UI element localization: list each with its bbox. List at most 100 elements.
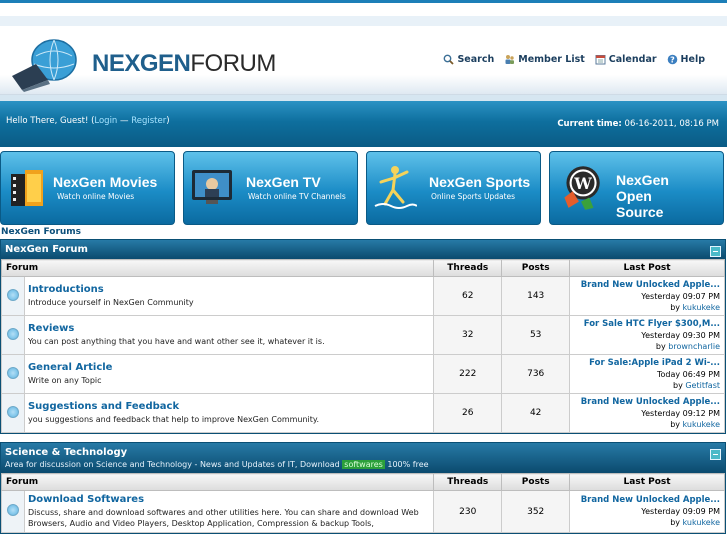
svg-text:?: ? — [670, 55, 675, 64]
forum-desc: you suggestions and feedback that help t… — [27, 415, 320, 424]
svg-text:W: W — [573, 174, 592, 193]
collapse-icon[interactable] — [710, 449, 721, 460]
forum-table: Forum Threads Posts Last Post Introducti… — [0, 259, 725, 433]
category-title[interactable]: NexGen Forum — [5, 244, 721, 255]
col-last-post: Last Post — [569, 259, 725, 277]
col-threads: Threads — [433, 473, 503, 491]
forum-name[interactable]: Suggestions and Feedback — [28, 401, 430, 412]
last-post-by: by — [673, 380, 686, 390]
forum-desc: Introduce yourself in NexGen Community — [27, 298, 194, 307]
globe-logo-icon — [12, 39, 77, 92]
help-link[interactable]: ? Help — [667, 54, 705, 65]
thread-count: 26 — [433, 393, 503, 433]
welcome-message: Hello There, Guest! (Login — Register) — [6, 116, 170, 126]
forum-table: Forum Threads Posts Last Post Download S… — [0, 473, 725, 533]
banner-tv-sub: Watch online TV Channels — [248, 192, 346, 201]
banner-open-source[interactable]: W NexGen Open Source — [549, 151, 724, 225]
col-threads: Threads — [433, 259, 503, 277]
last-post-by: by — [670, 302, 683, 312]
help-icon: ? — [667, 54, 677, 65]
section-banners: NexGen Movies Watch online Movies NexGen… — [0, 147, 727, 227]
col-posts: Posts — [501, 259, 571, 277]
last-post-title[interactable]: Brand New Unlocked Apple... — [574, 495, 720, 506]
help-link-label: Help — [680, 54, 705, 65]
last-post-by: by — [655, 341, 669, 351]
welcome-bar: Hello There, Guest! (Login — Register) C… — [0, 95, 727, 147]
last-post-title[interactable]: Brand New Unlocked Apple... — [574, 280, 720, 291]
forum-status-icon — [6, 327, 19, 340]
greeting-close: ) — [166, 116, 170, 126]
collapse-icon[interactable] — [710, 246, 721, 257]
last-post-user[interactable]: kukukeke — [683, 518, 720, 527]
search-link[interactable]: Search — [443, 54, 494, 65]
banner-movies-sub: Watch online Movies — [57, 192, 135, 201]
forum-name[interactable]: Download Softwares — [28, 494, 430, 505]
last-post-time: Yesterday 09:30 PM — [641, 330, 720, 340]
current-time-value: 06-16-2011, 08:16 PM — [621, 119, 719, 129]
forum-name[interactable]: Reviews — [28, 323, 430, 334]
forum-desc: Write on any Topic — [27, 376, 102, 385]
post-count: 42 — [501, 393, 571, 433]
category-nexgen-forum: NexGen Forum Forum Threads Posts Last Po… — [0, 239, 726, 434]
last-post-by: by — [670, 419, 683, 429]
col-forum: Forum — [0, 259, 435, 277]
forum-row: Introductions Introduce yourself in NexGe… — [1, 276, 725, 316]
last-post-user[interactable]: Getitfast — [685, 381, 720, 390]
thread-count: 230 — [433, 490, 503, 533]
banner-tv[interactable]: NexGen TV Watch online TV Channels — [183, 151, 358, 225]
category-header: Science & Technology Area for discussion… — [1, 443, 725, 473]
last-post-time: Yesterday 09:07 PM — [641, 291, 720, 301]
last-post-time: Yesterday 09:09 PM — [641, 507, 720, 516]
calendar-link[interactable]: Calendar — [595, 54, 657, 65]
last-post-title[interactable]: For Sale HTC Flyer $300,M... — [574, 319, 720, 330]
col-last-post: Last Post — [569, 473, 725, 491]
banner-sports-sub: Online Sports Updates — [431, 192, 516, 201]
post-count: 143 — [501, 276, 571, 316]
last-post: Brand New Unlocked Apple... Yesterday 09:… — [569, 276, 725, 316]
top-strip — [0, 0, 727, 30]
calendar-icon — [595, 55, 606, 65]
col-posts: Posts — [501, 473, 571, 491]
top-links: Search Member List Calendar ? Help — [443, 54, 705, 65]
last-post-time: Yesterday 09:12 PM — [641, 408, 720, 418]
banner-movies[interactable]: NexGen Movies Watch online Movies — [0, 151, 175, 225]
last-post-user[interactable]: browncharlie — [668, 342, 720, 351]
site-logo[interactable]: NEXGENFORUM — [8, 36, 276, 92]
category-header: NexGen Forum — [1, 240, 725, 259]
category-title[interactable]: Science & Technology — [5, 447, 721, 458]
search-icon — [444, 54, 455, 65]
last-post-time: Today 06:49 PM — [656, 369, 720, 379]
site-header: NEXGENFORUM Search Member List Calendar … — [0, 30, 727, 95]
forum-status-icon — [6, 288, 19, 301]
forum-row: Download Softwares Discuss, share and dow… — [1, 490, 725, 533]
film-icon — [11, 170, 43, 206]
col-forum: Forum — [0, 473, 435, 491]
last-post-user[interactable]: kukukeke — [683, 420, 720, 429]
last-post-by: by — [670, 518, 683, 527]
last-post-user[interactable]: kukukeke — [683, 303, 720, 312]
forum-name[interactable]: Introductions — [28, 284, 430, 295]
last-post-title[interactable]: For Sale:Apple iPad 2 Wi-... — [574, 358, 720, 369]
category-desc-text: Area for discussion on Science and Techn… — [5, 460, 343, 469]
banner-tv-title: NexGen TV — [246, 174, 321, 190]
member-list-link[interactable]: Member List — [504, 54, 585, 65]
login-link[interactable]: Login — [94, 116, 117, 126]
post-count: 352 — [501, 490, 571, 533]
thread-count: 222 — [433, 354, 503, 394]
forum-desc: You can post anything that you have and … — [27, 337, 325, 346]
forum-row: Suggestions and Feedback you suggestions … — [1, 393, 725, 433]
last-post-title[interactable]: Brand New Unlocked Apple... — [574, 397, 720, 408]
member-list-label: Member List — [518, 54, 585, 65]
thread-count: 62 — [433, 276, 503, 316]
post-count: 53 — [501, 315, 571, 355]
breadcrumb[interactable]: NexGen Forums — [0, 227, 727, 239]
banner-sports[interactable]: NexGen Sports Online Sports Updates — [366, 151, 541, 225]
forum-desc: Discuss, share and download softwares an… — [27, 508, 419, 528]
forum-row: General Article Write on any Topic 222 73… — [1, 354, 725, 394]
register-link[interactable]: Register — [131, 116, 166, 126]
forum-name[interactable]: General Article — [28, 362, 430, 373]
category-desc-highlight: softwares — [342, 460, 385, 469]
members-icon — [505, 55, 515, 64]
open-source-icon: W — [564, 166, 600, 210]
banner-movies-title: NexGen Movies — [53, 174, 158, 190]
